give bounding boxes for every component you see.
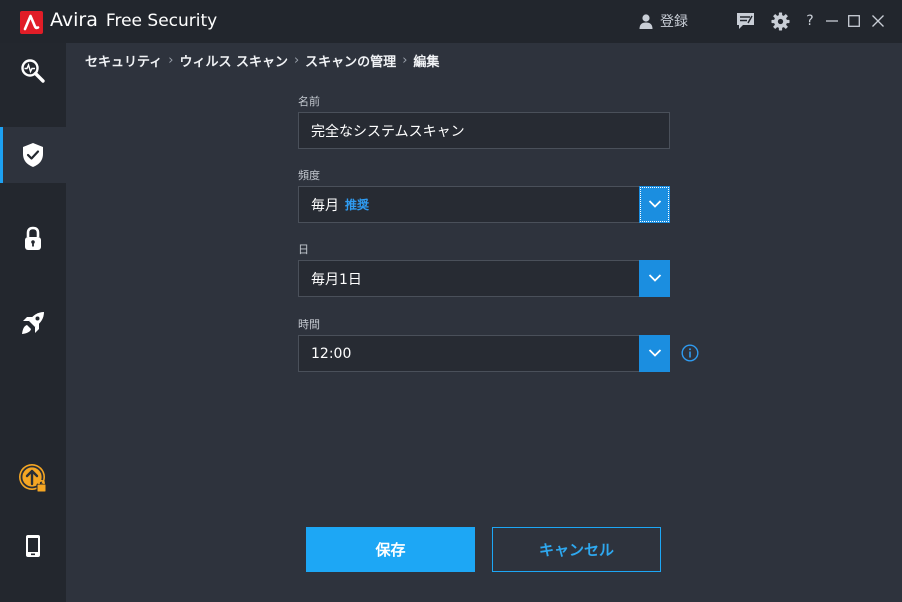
day-select[interactable]: 毎月1日 (298, 259, 670, 297)
breadcrumb-item-edit: 編集 (413, 55, 440, 70)
app-product: Free Security (105, 11, 218, 31)
recommended-tag: 推奨 (345, 198, 370, 212)
feedback-icon[interactable] (735, 11, 755, 31)
day-value-wrap: 毎月1日 (299, 269, 639, 289)
frequency-value: 毎月 (311, 197, 339, 214)
sidebar (0, 43, 66, 602)
frequency-select[interactable]: 毎月 推奨 (298, 185, 670, 223)
breadcrumb-separator: › (168, 53, 174, 68)
sidebar-item-security[interactable] (0, 127, 66, 183)
save-button[interactable]: 保存 (306, 527, 475, 572)
time-value: 12:00 (311, 345, 352, 362)
app-title: Avira Free Security (50, 9, 217, 31)
time-value-wrap: 12:00 (299, 346, 639, 362)
upgrade-arrow-icon (19, 464, 47, 493)
breadcrumb-item-virus-scan[interactable]: ウィルス スキャン (179, 51, 288, 70)
app-brand: Avira (50, 9, 98, 31)
minimize-icon[interactable] (822, 11, 842, 31)
breadcrumb-item-scan-management[interactable]: スキャンの管理 (305, 51, 396, 70)
breadcrumb-separator: › (293, 53, 300, 68)
day-value: 毎月1日 (311, 271, 362, 288)
register-label: 登録 (660, 14, 688, 30)
cancel-button[interactable]: キャンセル (492, 527, 661, 572)
maximize-icon[interactable] (844, 11, 864, 31)
title-bar: Avira Free Security 登録 ? (0, 0, 902, 43)
time-label: 時間 (298, 318, 320, 331)
shield-check-icon (23, 143, 43, 167)
gear-icon[interactable] (770, 11, 790, 31)
lock-icon (25, 226, 41, 250)
frequency-value-wrap: 毎月 推奨 (299, 195, 639, 215)
help-glyph: ? (806, 13, 814, 29)
breadcrumb-separator: › (402, 53, 408, 68)
sidebar-item-performance[interactable] (0, 295, 66, 351)
sidebar-item-upgrade[interactable] (0, 450, 66, 506)
breadcrumb-item-security[interactable]: セキュリティ (85, 51, 162, 70)
info-icon[interactable] (681, 344, 699, 362)
chevron-down-icon (648, 349, 661, 357)
frequency-label: 頻度 (298, 169, 320, 182)
breadcrumb: セキュリティ › ウィルス スキャン › スキャンの管理 › 編集 (85, 51, 439, 70)
time-select[interactable]: 12:00 (298, 334, 670, 372)
sidebar-item-status[interactable] (0, 43, 66, 99)
chevron-down-icon (648, 274, 661, 282)
day-label: 日 (298, 243, 309, 256)
close-icon[interactable] (868, 11, 888, 31)
help-icon[interactable]: ? (800, 11, 820, 31)
avira-logo-icon (20, 11, 43, 34)
mobile-phone-icon (26, 535, 40, 557)
chevron-down-icon (648, 200, 661, 208)
name-label: 名前 (298, 95, 320, 108)
register-button[interactable]: 登録 (638, 10, 688, 32)
pulse-magnifier-icon (21, 59, 45, 83)
time-dropdown-button[interactable] (639, 334, 670, 372)
sidebar-item-mobile[interactable] (0, 518, 66, 574)
user-icon (639, 14, 653, 29)
rocket-icon (22, 312, 44, 334)
frequency-dropdown-button[interactable] (639, 185, 670, 223)
day-dropdown-button[interactable] (639, 259, 670, 297)
sidebar-item-privacy[interactable] (0, 211, 66, 267)
name-input[interactable]: 完全なシステムスキャン (298, 112, 670, 149)
